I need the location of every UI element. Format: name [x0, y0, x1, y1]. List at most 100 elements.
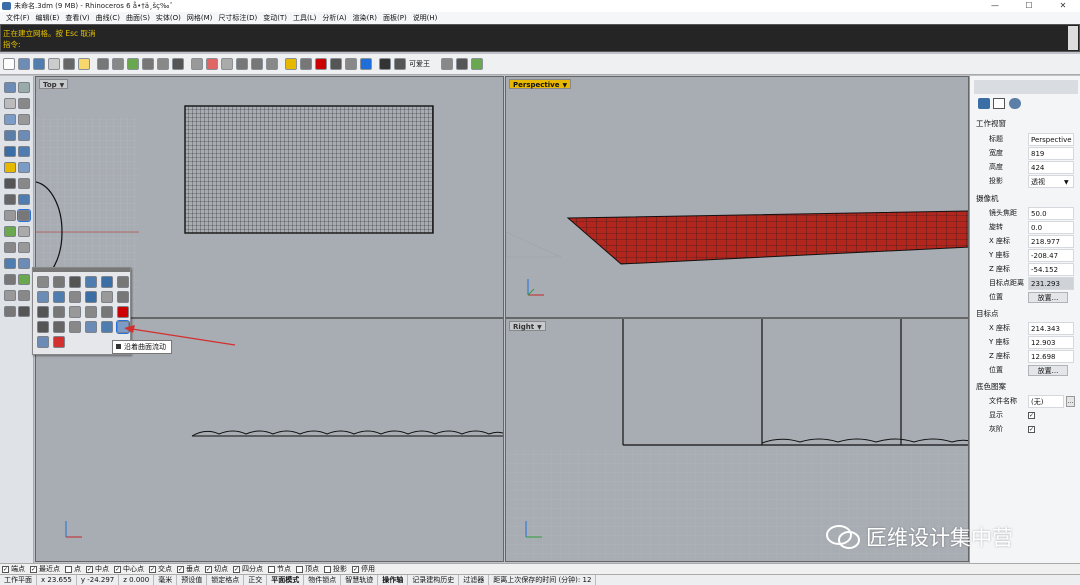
camera-z-field[interactable]: -54.152 [1028, 263, 1074, 276]
osnap-4[interactable]: ✓ 中心点 [114, 564, 144, 574]
osnap-checkbox[interactable]: ✓ [177, 565, 184, 573]
menu-item-5[interactable]: 实体(O) [153, 12, 184, 24]
osnap-9[interactable]: 节点 [268, 564, 291, 574]
sidebar-tool-icon[interactable] [4, 306, 16, 317]
sidebar-tool-icon[interactable] [4, 98, 16, 109]
osnap-0[interactable]: ✓ 端点 [2, 564, 25, 574]
toolbar-tool-icon[interactable] [266, 58, 278, 70]
osnap-1[interactable]: ✓ 最近点 [30, 564, 60, 574]
toolbar-tool-icon[interactable] [285, 58, 297, 70]
osnap-checkbox[interactable] [324, 565, 331, 573]
toolbar-tool-icon[interactable] [142, 58, 154, 70]
sidebar-tool-icon[interactable] [4, 210, 16, 221]
flyout-tool-icon[interactable] [53, 276, 65, 288]
layer-label[interactable]: 预设值 [177, 575, 208, 585]
osnap-3[interactable]: ✓ 中点 [86, 564, 109, 574]
flyout-handle[interactable] [33, 268, 130, 272]
sidebar-tool-icon[interactable] [4, 82, 16, 93]
sidebar-tool-icon[interactable] [18, 82, 30, 93]
status-toggle-0[interactable]: 锁定格点 [207, 575, 245, 585]
toolbar-tool-icon[interactable] [48, 58, 60, 70]
osnap-checkbox[interactable]: ✓ [86, 565, 93, 573]
osnap-7[interactable]: ✓ 切点 [205, 564, 228, 574]
flyout-tool-icon[interactable] [101, 291, 113, 303]
sidebar-tool-icon[interactable] [4, 162, 16, 173]
osnap-checkbox[interactable] [296, 565, 303, 573]
toolbar-tool-icon[interactable] [78, 58, 90, 70]
cplane-label[interactable]: 工作平面 [0, 575, 37, 585]
toolbar-tool-icon[interactable] [394, 58, 406, 70]
sidebar-tool-icon[interactable] [18, 194, 30, 205]
flyout-tool-icon[interactable] [69, 321, 81, 333]
sidebar-tool-icon[interactable] [4, 290, 16, 301]
flyout-tool-icon[interactable] [53, 306, 65, 318]
toolbar-tool-icon[interactable] [33, 58, 45, 70]
title-field[interactable]: Perspective [1028, 133, 1074, 146]
toolbar-tool-icon[interactable] [236, 58, 248, 70]
osnap-2[interactable]: 点 [65, 564, 81, 574]
flyout-tool-icon[interactable] [117, 276, 129, 288]
browse-button[interactable]: ... [1066, 396, 1075, 407]
menu-item-6[interactable]: 网格(M) [184, 12, 216, 24]
flyout-tool-icon[interactable] [53, 321, 65, 333]
status-toggle-7[interactable]: 过滤器 [459, 575, 490, 585]
status-toggle-2[interactable]: 平面模式 [267, 575, 305, 585]
mesh-object-top[interactable] [184, 105, 434, 234]
status-toggle-1[interactable]: 正交 [244, 575, 268, 585]
toolbar-tool-icon[interactable] [345, 58, 357, 70]
sidebar-tool-icon[interactable] [18, 226, 30, 237]
sidebar-tool-icon[interactable] [18, 114, 30, 125]
osnap-8[interactable]: ✓ 四分点 [233, 564, 263, 574]
camera-y-field[interactable]: -208.47 [1028, 249, 1074, 262]
osnap-11[interactable]: 投影 [324, 564, 347, 574]
maximize-button[interactable]: ☐ [1012, 0, 1046, 12]
toolbar-tool-icon[interactable] [127, 58, 139, 70]
osnap-10[interactable]: 顶点 [296, 564, 319, 574]
sidebar-tool-icon[interactable] [18, 98, 30, 109]
menu-item-12[interactable]: 面板(P) [380, 12, 410, 24]
sidebar-tool-icon[interactable] [4, 242, 16, 253]
flyout-tool-icon[interactable] [53, 291, 65, 303]
height-field[interactable]: 424 [1028, 161, 1074, 174]
target-y-field[interactable]: 12.903 [1028, 336, 1074, 349]
wallpaper-file-field[interactable]: (无) [1028, 395, 1064, 408]
sidebar-tool-icon[interactable] [4, 274, 16, 285]
flyout-tool-icon[interactable] [53, 336, 65, 348]
osnap-checkbox[interactable] [65, 565, 72, 573]
viewport-properties-icon[interactable] [993, 98, 1005, 109]
osnap-checkbox[interactable]: ✓ [233, 565, 240, 573]
toolbar-tool-icon[interactable] [206, 58, 218, 70]
toolbar-tool-icon[interactable] [97, 58, 109, 70]
sidebar-tool-icon[interactable] [18, 130, 30, 141]
flyout-tool-icon[interactable] [85, 276, 97, 288]
toolbar-tool-icon[interactable] [251, 58, 263, 70]
osnap-12[interactable]: ✓ 停用 [352, 564, 375, 574]
minimize-button[interactable]: — [978, 0, 1012, 12]
toolbar-tool-icon[interactable] [360, 58, 372, 70]
viewport-perspective[interactable]: Perspective ▼ [505, 76, 969, 318]
menu-item-9[interactable]: 工具(L) [290, 12, 319, 24]
menu-item-10[interactable]: 分析(A) [319, 12, 349, 24]
sidebar-tool-icon[interactable] [4, 178, 16, 189]
sidebar-tool-icon[interactable] [18, 242, 30, 253]
menu-item-0[interactable]: 文件(F) [3, 12, 33, 24]
flyout-tool-icon[interactable] [117, 306, 129, 318]
sidebar-tool-icon[interactable] [18, 146, 30, 157]
flyout-tool-icon[interactable] [85, 321, 97, 333]
flyout-tool-icon[interactable] [69, 276, 81, 288]
sidebar-tool-icon[interactable] [18, 258, 30, 269]
flyout-tool-icon[interactable] [37, 336, 49, 348]
sidebar-tool-icon[interactable] [18, 290, 30, 301]
camera-x-field[interactable]: 218.977 [1028, 235, 1074, 248]
named-view-label[interactable]: 可爱王 [409, 59, 430, 69]
command-area[interactable]: 正在建立网格。按 Esc 取消 指令: [0, 24, 1080, 52]
flyout-tool-icon[interactable] [101, 276, 113, 288]
status-toggle-3[interactable]: 物件锁点 [304, 575, 342, 585]
toolbar-tool-icon[interactable] [157, 58, 169, 70]
status-toggle-5[interactable]: 操作轴 [378, 575, 409, 585]
sidebar-tool-icon[interactable] [18, 274, 30, 285]
toolbar-tool-icon[interactable] [300, 58, 312, 70]
menu-item-1[interactable]: 编辑(E) [33, 12, 63, 24]
flyout-tool-icon[interactable] [69, 291, 81, 303]
close-button[interactable]: ✕ [1046, 0, 1080, 12]
